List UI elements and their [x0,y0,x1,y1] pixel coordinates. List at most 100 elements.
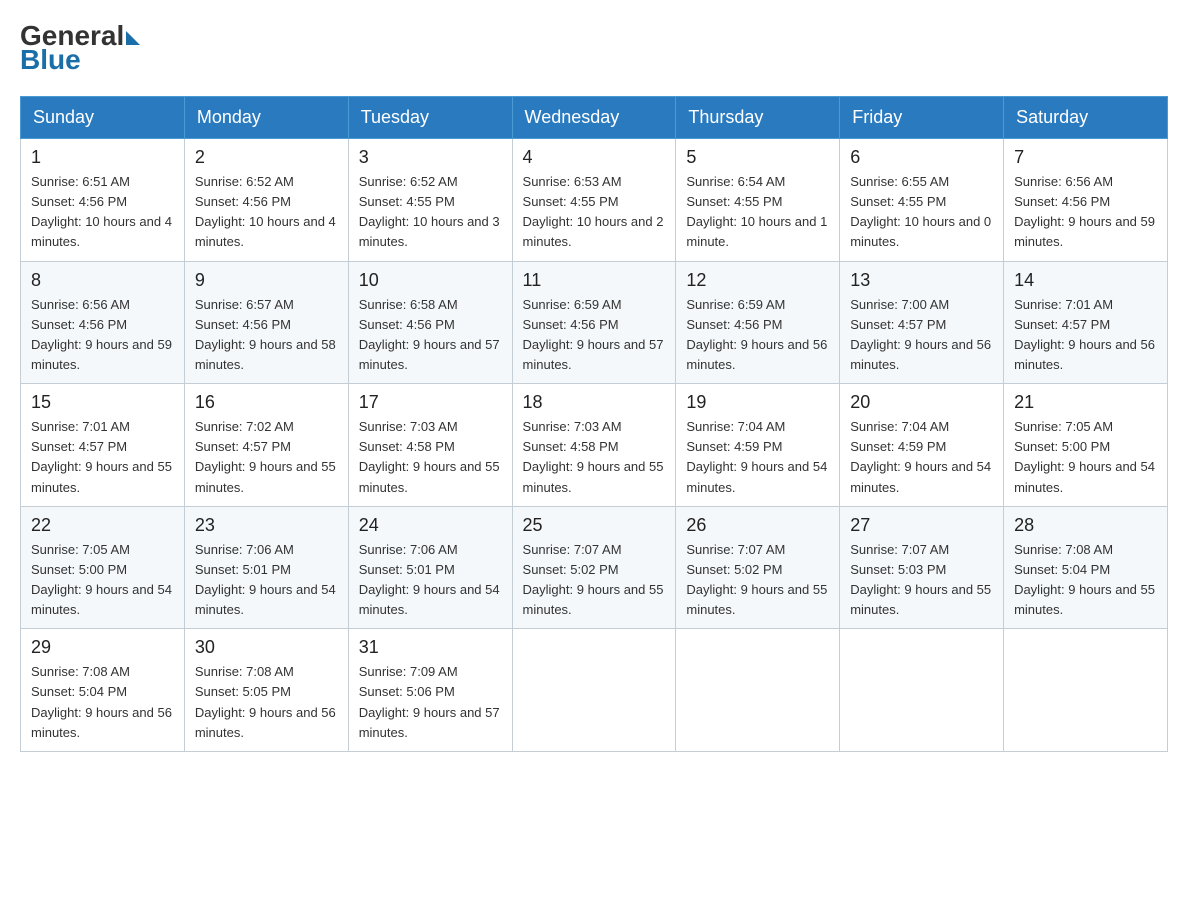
day-info: Sunrise: 7:06 AMSunset: 5:01 PMDaylight:… [359,540,502,621]
day-number: 31 [359,637,502,658]
day-number: 22 [31,515,174,536]
calendar-cell [676,629,840,752]
calendar-cell: 6 Sunrise: 6:55 AMSunset: 4:55 PMDaylight… [840,139,1004,262]
calendar-cell: 17 Sunrise: 7:03 AMSunset: 4:58 PMDayligh… [348,384,512,507]
calendar-week-4: 22 Sunrise: 7:05 AMSunset: 5:00 PMDayligh… [21,506,1168,629]
day-number: 7 [1014,147,1157,168]
day-number: 29 [31,637,174,658]
calendar-cell: 31 Sunrise: 7:09 AMSunset: 5:06 PMDayligh… [348,629,512,752]
calendar-cell [840,629,1004,752]
logo-arrow-icon [126,31,140,45]
day-number: 18 [523,392,666,413]
calendar-cell: 20 Sunrise: 7:04 AMSunset: 4:59 PMDayligh… [840,384,1004,507]
day-info: Sunrise: 7:06 AMSunset: 5:01 PMDaylight:… [195,540,338,621]
calendar-cell [512,629,676,752]
calendar-cell: 16 Sunrise: 7:02 AMSunset: 4:57 PMDayligh… [184,384,348,507]
day-info: Sunrise: 7:03 AMSunset: 4:58 PMDaylight:… [359,417,502,498]
calendar-cell: 11Sunrise: 6:59 AMSunset: 4:56 PMDayligh… [512,261,676,384]
logo-blue-text: Blue [20,44,81,76]
day-number: 25 [523,515,666,536]
calendar-cell: 18 Sunrise: 7:03 AMSunset: 4:58 PMDayligh… [512,384,676,507]
calendar-cell: 4 Sunrise: 6:53 AMSunset: 4:55 PMDaylight… [512,139,676,262]
day-number: 3 [359,147,502,168]
calendar-cell: 30 Sunrise: 7:08 AMSunset: 5:05 PMDayligh… [184,629,348,752]
day-info: Sunrise: 6:59 AMSunset: 4:56 PMDaylight:… [686,295,829,376]
day-number: 14 [1014,270,1157,291]
calendar-cell: 29 Sunrise: 7:08 AMSunset: 5:04 PMDayligh… [21,629,185,752]
calendar-cell: 1 Sunrise: 6:51 AMSunset: 4:56 PMDaylight… [21,139,185,262]
day-info: Sunrise: 6:54 AMSunset: 4:55 PMDaylight:… [686,172,829,253]
day-number: 21 [1014,392,1157,413]
day-info: Sunrise: 6:57 AMSunset: 4:56 PMDaylight:… [195,295,338,376]
day-number: 4 [523,147,666,168]
calendar-cell: 13 Sunrise: 7:00 AMSunset: 4:57 PMDayligh… [840,261,1004,384]
calendar-cell: 15 Sunrise: 7:01 AMSunset: 4:57 PMDayligh… [21,384,185,507]
day-number: 16 [195,392,338,413]
calendar-header-sunday: Sunday [21,97,185,139]
day-info: Sunrise: 7:00 AMSunset: 4:57 PMDaylight:… [850,295,993,376]
calendar-cell: 22 Sunrise: 7:05 AMSunset: 5:00 PMDayligh… [21,506,185,629]
day-info: Sunrise: 6:56 AMSunset: 4:56 PMDaylight:… [31,295,174,376]
day-info: Sunrise: 7:08 AMSunset: 5:04 PMDaylight:… [1014,540,1157,621]
calendar-cell: 12Sunrise: 6:59 AMSunset: 4:56 PMDayligh… [676,261,840,384]
day-number: 5 [686,147,829,168]
day-info: Sunrise: 7:04 AMSunset: 4:59 PMDaylight:… [850,417,993,498]
day-number: 20 [850,392,993,413]
calendar-week-1: 1 Sunrise: 6:51 AMSunset: 4:56 PMDaylight… [21,139,1168,262]
day-number: 30 [195,637,338,658]
day-info: Sunrise: 7:02 AMSunset: 4:57 PMDaylight:… [195,417,338,498]
day-info: Sunrise: 6:56 AMSunset: 4:56 PMDaylight:… [1014,172,1157,253]
day-info: Sunrise: 7:08 AMSunset: 5:04 PMDaylight:… [31,662,174,743]
day-number: 17 [359,392,502,413]
day-number: 27 [850,515,993,536]
day-number: 19 [686,392,829,413]
calendar-week-2: 8 Sunrise: 6:56 AMSunset: 4:56 PMDaylight… [21,261,1168,384]
day-info: Sunrise: 7:09 AMSunset: 5:06 PMDaylight:… [359,662,502,743]
day-info: Sunrise: 7:04 AMSunset: 4:59 PMDaylight:… [686,417,829,498]
day-info: Sunrise: 7:07 AMSunset: 5:03 PMDaylight:… [850,540,993,621]
day-info: Sunrise: 6:59 AMSunset: 4:56 PMDaylight:… [523,295,666,376]
day-info: Sunrise: 6:52 AMSunset: 4:56 PMDaylight:… [195,172,338,253]
day-number: 2 [195,147,338,168]
calendar-cell: 23 Sunrise: 7:06 AMSunset: 5:01 PMDayligh… [184,506,348,629]
calendar-cell: 28Sunrise: 7:08 AMSunset: 5:04 PMDayligh… [1004,506,1168,629]
day-info: Sunrise: 7:08 AMSunset: 5:05 PMDaylight:… [195,662,338,743]
day-info: Sunrise: 6:51 AMSunset: 4:56 PMDaylight:… [31,172,174,253]
day-number: 23 [195,515,338,536]
page-header: General Blue [20,20,1168,76]
calendar-week-5: 29 Sunrise: 7:08 AMSunset: 5:04 PMDayligh… [21,629,1168,752]
day-number: 15 [31,392,174,413]
day-number: 10 [359,270,502,291]
day-info: Sunrise: 7:05 AMSunset: 5:00 PMDaylight:… [31,540,174,621]
day-number: 6 [850,147,993,168]
calendar-week-3: 15 Sunrise: 7:01 AMSunset: 4:57 PMDayligh… [21,384,1168,507]
calendar-table: SundayMondayTuesdayWednesdayThursdayFrid… [20,96,1168,752]
calendar-header-thursday: Thursday [676,97,840,139]
calendar-cell: 24 Sunrise: 7:06 AMSunset: 5:01 PMDayligh… [348,506,512,629]
day-info: Sunrise: 6:55 AMSunset: 4:55 PMDaylight:… [850,172,993,253]
day-number: 24 [359,515,502,536]
day-info: Sunrise: 6:52 AMSunset: 4:55 PMDaylight:… [359,172,502,253]
calendar-cell: 8 Sunrise: 6:56 AMSunset: 4:56 PMDaylight… [21,261,185,384]
calendar-header-row: SundayMondayTuesdayWednesdayThursdayFrid… [21,97,1168,139]
day-info: Sunrise: 7:03 AMSunset: 4:58 PMDaylight:… [523,417,666,498]
day-info: Sunrise: 7:07 AMSunset: 5:02 PMDaylight:… [686,540,829,621]
day-info: Sunrise: 7:07 AMSunset: 5:02 PMDaylight:… [523,540,666,621]
day-info: Sunrise: 7:01 AMSunset: 4:57 PMDaylight:… [1014,295,1157,376]
day-number: 13 [850,270,993,291]
calendar-cell: 25 Sunrise: 7:07 AMSunset: 5:02 PMDayligh… [512,506,676,629]
calendar-cell: 2 Sunrise: 6:52 AMSunset: 4:56 PMDaylight… [184,139,348,262]
day-number: 8 [31,270,174,291]
calendar-cell: 14 Sunrise: 7:01 AMSunset: 4:57 PMDayligh… [1004,261,1168,384]
calendar-cell: 10Sunrise: 6:58 AMSunset: 4:56 PMDayligh… [348,261,512,384]
day-number: 1 [31,147,174,168]
calendar-cell: 7 Sunrise: 6:56 AMSunset: 4:56 PMDaylight… [1004,139,1168,262]
calendar-cell: 27 Sunrise: 7:07 AMSunset: 5:03 PMDayligh… [840,506,1004,629]
calendar-cell: 9Sunrise: 6:57 AMSunset: 4:56 PMDaylight… [184,261,348,384]
day-info: Sunrise: 6:53 AMSunset: 4:55 PMDaylight:… [523,172,666,253]
day-number: 26 [686,515,829,536]
calendar-cell: 26 Sunrise: 7:07 AMSunset: 5:02 PMDayligh… [676,506,840,629]
calendar-cell [1004,629,1168,752]
day-info: Sunrise: 7:01 AMSunset: 4:57 PMDaylight:… [31,417,174,498]
calendar-header-monday: Monday [184,97,348,139]
